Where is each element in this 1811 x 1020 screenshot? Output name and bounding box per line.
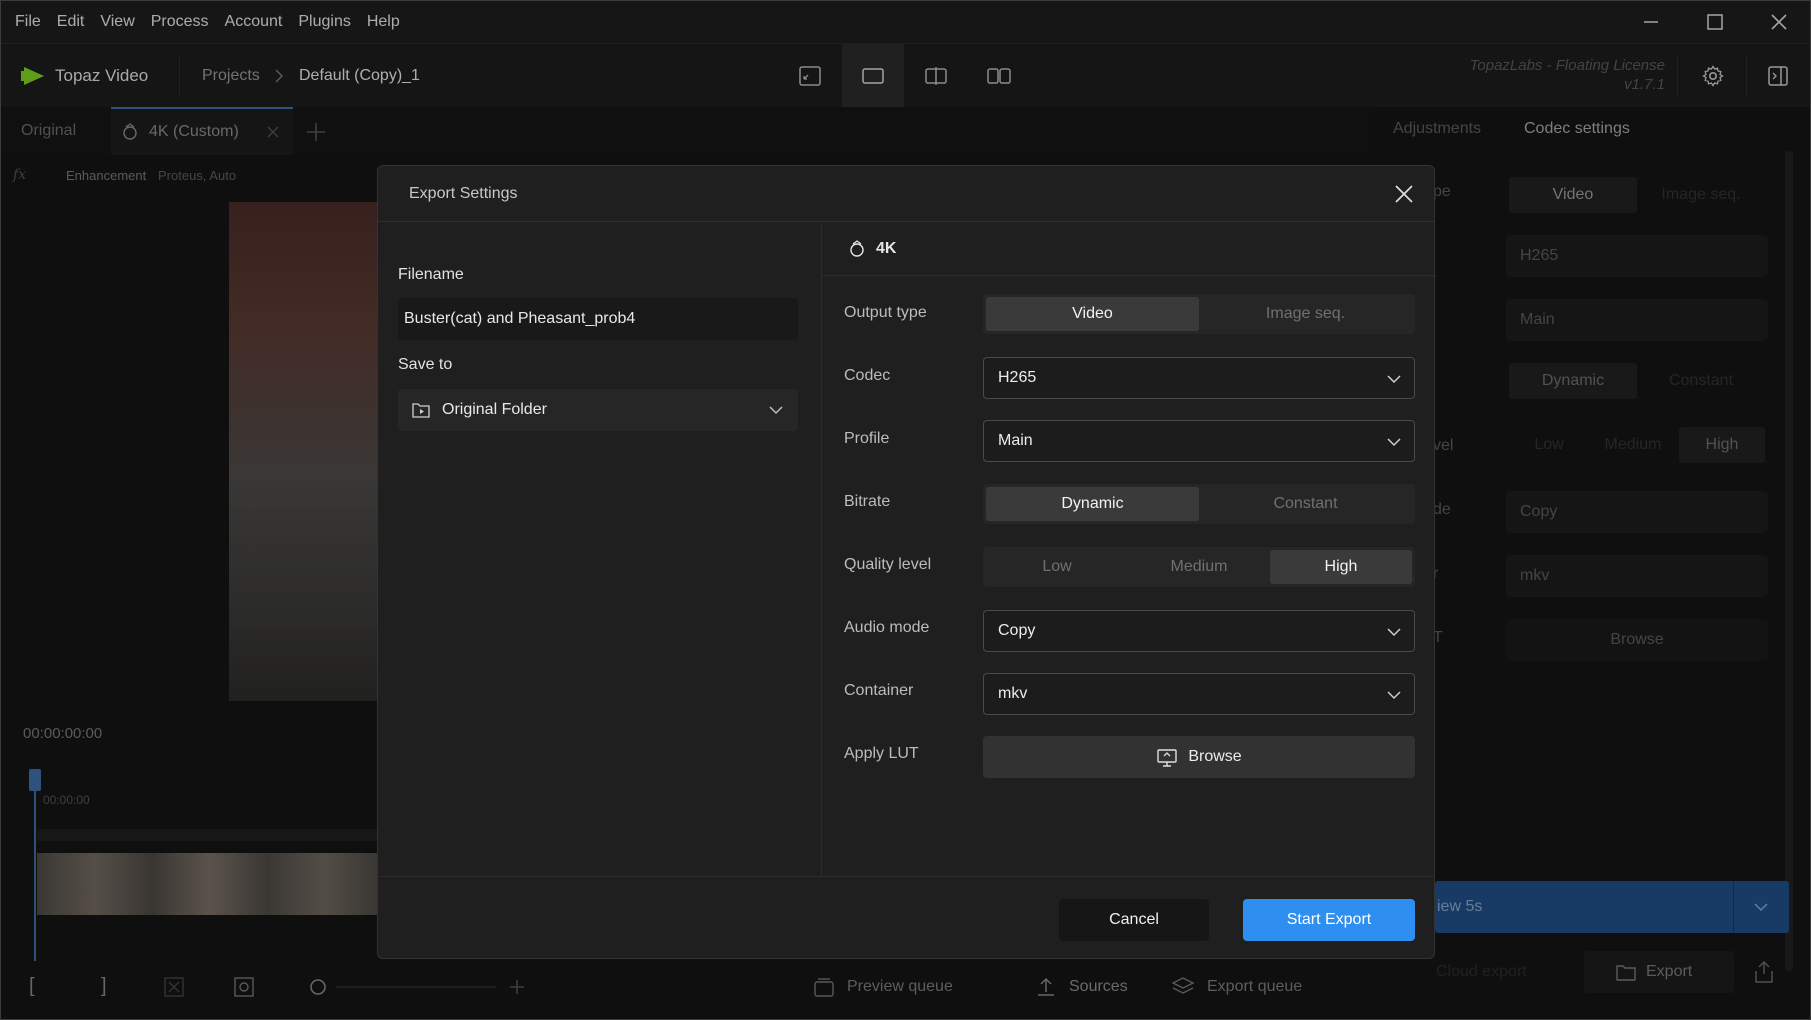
codec-value: H265 bbox=[998, 369, 1037, 386]
chevron-down-icon bbox=[1387, 438, 1401, 447]
file-settings-pane: Filename Buster(cat) and Pheasant_prob4 … bbox=[378, 222, 822, 876]
save-to-select[interactable]: Original Folder bbox=[398, 389, 798, 431]
save-to-label: Save to bbox=[398, 356, 453, 373]
output-image-seq-option[interactable]: Image seq. bbox=[1199, 297, 1412, 331]
quality-level-label: Quality level bbox=[844, 556, 932, 573]
profile-select[interactable]: Main bbox=[983, 420, 1415, 462]
quality-level-toggle: Low Medium High bbox=[983, 547, 1415, 587]
quality-medium-option[interactable]: Medium bbox=[1128, 550, 1270, 584]
audio-mode-label: Audio mode bbox=[844, 619, 930, 636]
bitrate-label: Bitrate bbox=[844, 493, 891, 510]
chevron-down-icon bbox=[1387, 628, 1401, 637]
folder-icon bbox=[412, 403, 430, 418]
close-icon bbox=[1395, 185, 1413, 203]
chevron-down-icon bbox=[1387, 375, 1401, 384]
quality-high-option[interactable]: High bbox=[1270, 550, 1412, 584]
bitrate-dynamic-option[interactable]: Dynamic bbox=[986, 487, 1199, 521]
dialog-title: Export Settings bbox=[409, 185, 518, 202]
preset-icon bbox=[850, 239, 864, 257]
start-export-button[interactable]: Start Export bbox=[1243, 899, 1415, 941]
filename-label: Filename bbox=[398, 266, 464, 283]
lut-browse-button[interactable]: Browse bbox=[983, 736, 1415, 778]
output-type-label: Output type bbox=[844, 304, 927, 321]
save-to-value: Original Folder bbox=[442, 401, 547, 418]
profile-value: Main bbox=[998, 432, 1033, 449]
container-label: Container bbox=[844, 682, 914, 699]
app-window: File Edit View Process Account Plugins H… bbox=[0, 0, 1811, 1020]
quality-low-option[interactable]: Low bbox=[986, 550, 1128, 584]
container-select[interactable]: mkv bbox=[983, 673, 1415, 715]
chevron-down-icon bbox=[1387, 691, 1401, 700]
preset-header: 4K bbox=[822, 222, 1436, 276]
dialog-header: Export Settings bbox=[378, 166, 1434, 222]
audio-mode-select[interactable]: Copy bbox=[983, 610, 1415, 652]
bitrate-constant-option[interactable]: Constant bbox=[1199, 487, 1412, 521]
browse-monitor-icon bbox=[1157, 749, 1178, 767]
filename-value: Buster(cat) and Pheasant_prob4 bbox=[404, 310, 636, 327]
export-settings-dialog: Export Settings Filename Buster(cat) and… bbox=[377, 165, 1436, 960]
container-value: mkv bbox=[998, 685, 1028, 702]
chevron-down-icon bbox=[769, 406, 783, 415]
dialog-footer: Cancel Start Export bbox=[378, 876, 1434, 960]
codec-label: Codec bbox=[844, 367, 891, 384]
lut-browse-label: Browse bbox=[1188, 748, 1242, 765]
codec-select[interactable]: H265 bbox=[983, 357, 1415, 399]
preset-name: 4K bbox=[876, 239, 897, 257]
apply-lut-label: Apply LUT bbox=[844, 745, 919, 762]
profile-label: Profile bbox=[844, 430, 890, 447]
output-video-option[interactable]: Video bbox=[986, 297, 1199, 331]
cancel-button[interactable]: Cancel bbox=[1059, 899, 1209, 941]
codec-settings-pane: 4K Output type Video Image seq. Codec H2… bbox=[822, 222, 1436, 876]
bitrate-toggle: Dynamic Constant bbox=[983, 484, 1415, 524]
filename-field[interactable]: Buster(cat) and Pheasant_prob4 bbox=[398, 298, 798, 340]
dialog-close-button[interactable] bbox=[1382, 172, 1426, 216]
audio-mode-value: Copy bbox=[998, 622, 1036, 639]
output-type-toggle: Video Image seq. bbox=[983, 294, 1415, 334]
